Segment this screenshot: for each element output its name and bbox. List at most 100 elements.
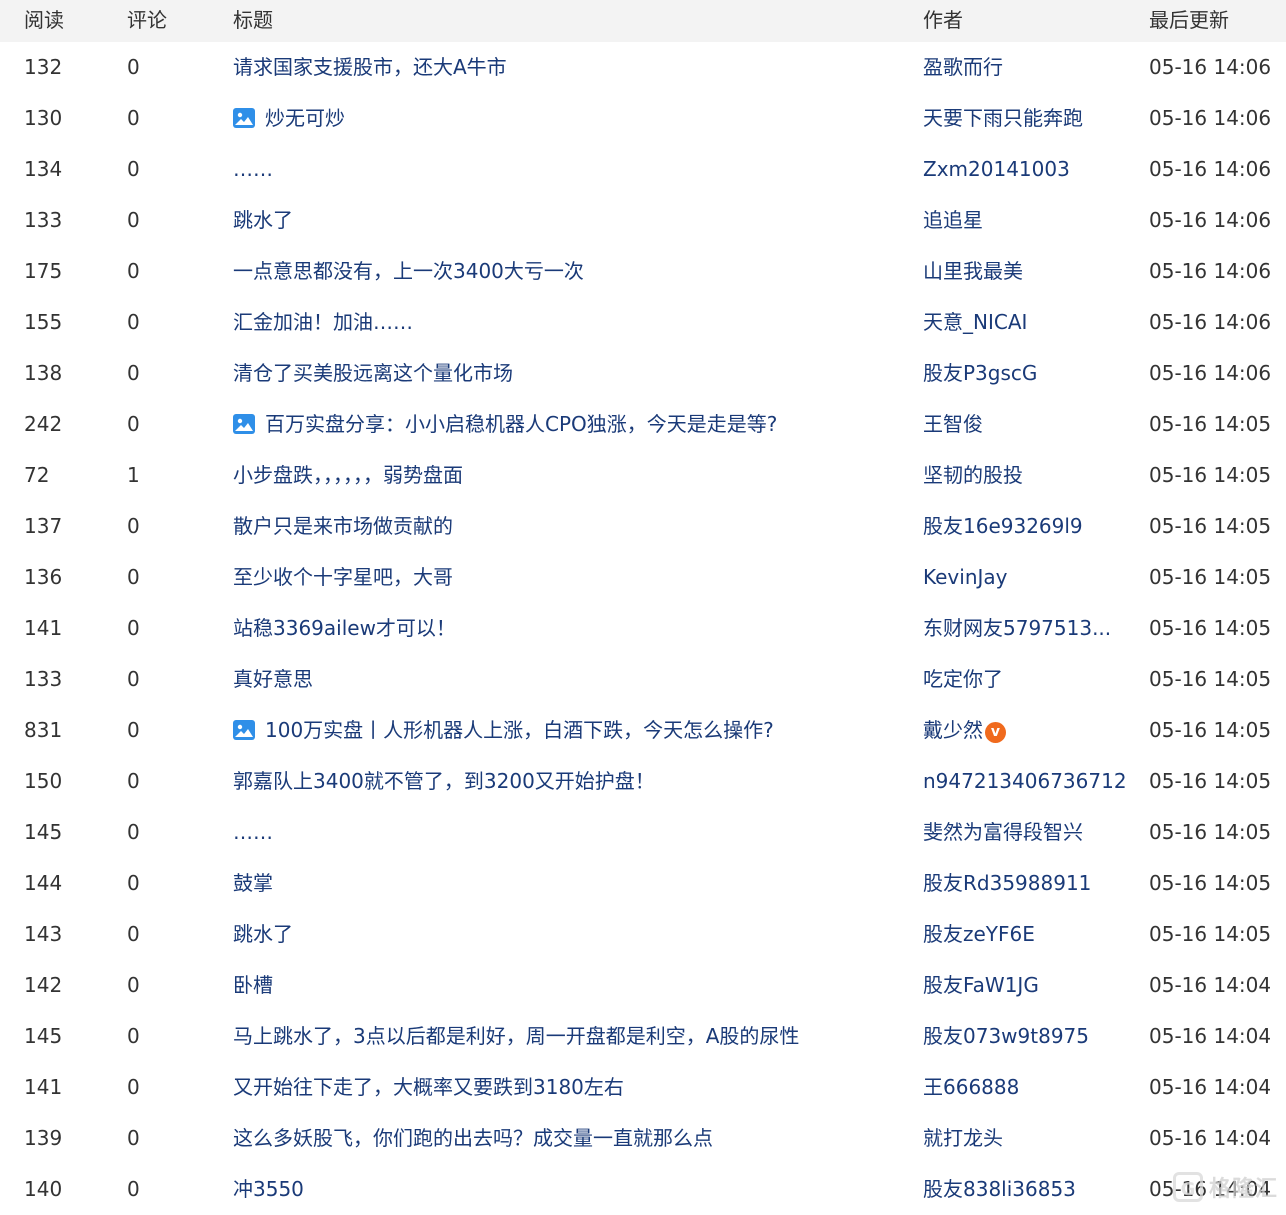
post-title-link-text[interactable]: 鼓掌 — [233, 871, 273, 895]
author-link[interactable]: 股友838li36853 — [923, 1164, 1138, 1215]
author-link[interactable]: 斐然为富得段智兴 — [923, 807, 1138, 858]
post-title-link[interactable]: 郭嘉队上3400就不管了，到3200又开始护盘！ — [233, 756, 903, 807]
read-count-text: 136 — [24, 565, 63, 589]
author-link-text[interactable]: 追追星 — [923, 208, 983, 232]
post-title-link[interactable]: 又开始往下走了，大概率又要跌到3180左右 — [233, 1062, 903, 1113]
post-title-link-text[interactable]: 真好意思 — [233, 667, 313, 691]
author-link-text[interactable]: Zxm20141003 — [923, 157, 1070, 181]
author-link[interactable]: 股友zeYF6E — [923, 909, 1138, 960]
post-title-link[interactable]: 鼓掌 — [233, 858, 903, 909]
post-title-link-text[interactable]: 卧槽 — [233, 973, 273, 997]
post-title-link[interactable]: 清仓了买美股远离这个量化市场 — [233, 348, 903, 399]
author-link-text[interactable]: 戴少然 — [923, 718, 983, 742]
post-title-link[interactable]: 请求国家支援股市，还大A牛市 — [233, 42, 903, 93]
author-link[interactable]: 追追星 — [923, 195, 1138, 246]
author-link-text[interactable]: 股友Rd35988911 — [923, 871, 1091, 895]
author-link[interactable]: 天要下雨只能奔跑 — [923, 93, 1138, 144]
author-link-text[interactable]: 股友FaW1JG — [923, 973, 1039, 997]
author-link-text[interactable]: 东财网友5797513... — [923, 616, 1111, 640]
post-title-link-text[interactable]: 这么多妖股飞，你们跑的出去吗？成交量一直就那么点 — [233, 1126, 713, 1150]
read-count: 132 — [24, 42, 114, 93]
author-link[interactable]: 王666888 — [923, 1062, 1138, 1113]
author-link[interactable]: 股友FaW1JG — [923, 960, 1138, 1011]
post-title-link-text[interactable]: 100万实盘丨人形机器人上涨，白酒下跌，今天怎么操作? — [265, 718, 774, 742]
post-title-link[interactable]: 这么多妖股飞，你们跑的出去吗？成交量一直就那么点 — [233, 1113, 903, 1164]
post-title-link-text[interactable]: 小步盘跌，，，，，，弱势盘面 — [233, 463, 463, 487]
author-link[interactable]: 股友073w9t8975 — [923, 1011, 1138, 1062]
author-link[interactable]: 坚韧的股投 — [923, 450, 1138, 501]
author-link-text[interactable]: 就打龙头 — [923, 1126, 1003, 1150]
author-link[interactable]: 戴少然 v — [923, 705, 1138, 756]
author-link-text[interactable]: n947213406736712 — [923, 769, 1127, 793]
post-title-link[interactable]: 100万实盘丨人形机器人上涨，白酒下跌，今天怎么操作? — [233, 705, 903, 756]
post-title-link-text[interactable]: 至少收个十字星吧，大哥 — [233, 565, 453, 589]
post-title-link[interactable]: 冲3550 — [233, 1164, 903, 1215]
comment-count-text: 0 — [127, 412, 140, 436]
post-title-link-text[interactable]: 冲3550 — [233, 1177, 304, 1201]
table-row: 150 0 郭嘉队上3400就不管了，到3200又开始护盘！ n94721340673… — [0, 756, 1286, 807]
author-link[interactable]: 吃定你了 — [923, 654, 1138, 705]
author-link-text[interactable]: 盈歌而行 — [923, 55, 1003, 79]
post-title-link-text[interactable]: 郭嘉队上3400就不管了，到3200又开始护盘！ — [233, 769, 655, 793]
author-link[interactable]: 王智俊 — [923, 399, 1138, 450]
last-updated: 05-16 14:04 — [1149, 1062, 1279, 1113]
author-link[interactable]: 东财网友5797513... — [923, 603, 1138, 654]
author-link[interactable]: 股友Rd35988911 — [923, 858, 1138, 909]
post-title-link-text[interactable]: 跳水了 — [233, 922, 293, 946]
author-link-text[interactable]: 股友073w9t8975 — [923, 1024, 1089, 1048]
post-title-link[interactable]: 真好意思 — [233, 654, 903, 705]
author-link[interactable]: 盈歌而行 — [923, 42, 1138, 93]
post-title-link-text[interactable]: …… — [233, 820, 273, 844]
author-link-text[interactable]: 天要下雨只能奔跑 — [923, 106, 1083, 130]
author-link-text[interactable]: 王智俊 — [923, 412, 983, 436]
post-title-link[interactable]: 炒无可炒 — [233, 93, 903, 144]
post-title-link[interactable]: …… — [233, 807, 903, 858]
author-link[interactable]: 天意_NICAI — [923, 297, 1138, 348]
post-title-link-text[interactable]: 一点意思都没有，上一次3400大亏一次 — [233, 259, 584, 283]
author-link[interactable]: 股友16e93269l9 — [923, 501, 1138, 552]
post-title-link-text[interactable]: 马上跳水了，3点以后都是利好，周一开盘都是利空，A股的尿性 — [233, 1024, 799, 1048]
author-link-text[interactable]: 吃定你了 — [923, 667, 1003, 691]
post-title-link-text[interactable]: 散户只是来市场做贡献的 — [233, 514, 453, 538]
post-title-link-text[interactable]: 跳水了 — [233, 208, 293, 232]
post-title-link-text[interactable]: 又开始往下走了，大概率又要跌到3180左右 — [233, 1075, 624, 1099]
last-updated-text: 05-16 14:04 — [1149, 1024, 1272, 1048]
author-link[interactable]: 山里我最美 — [923, 246, 1138, 297]
post-title-link-text[interactable]: 百万实盘分享：小小启稳机器人CPO独涨，今天是走是等? — [265, 412, 777, 436]
author-link-text[interactable]: 股友P3gscG — [923, 361, 1037, 385]
author-link-text[interactable]: 王666888 — [923, 1075, 1019, 1099]
author-link[interactable]: 股友P3gscG — [923, 348, 1138, 399]
post-title-link-text[interactable]: 炒无可炒 — [265, 106, 345, 130]
post-title-link-text[interactable]: …… — [233, 157, 273, 181]
author-link-text[interactable]: 股友zeYF6E — [923, 922, 1035, 946]
author-link[interactable]: Zxm20141003 — [923, 144, 1138, 195]
post-title-link[interactable]: 跳水了 — [233, 195, 903, 246]
post-title-link-text[interactable]: 汇金加油！加油…… — [233, 310, 413, 334]
post-title-link[interactable]: 跳水了 — [233, 909, 903, 960]
author-link-text[interactable]: 天意_NICAI — [923, 310, 1027, 334]
post-title-link[interactable]: 站稳3369ailew才可以！ — [233, 603, 903, 654]
post-title-link[interactable]: 至少收个十字星吧，大哥 — [233, 552, 903, 603]
post-title-link[interactable]: 汇金加油！加油…… — [233, 297, 903, 348]
post-title-link[interactable]: 马上跳水了，3点以后都是利好，周一开盘都是利空，A股的尿性 — [233, 1011, 903, 1062]
post-title-link[interactable]: 百万实盘分享：小小启稳机器人CPO独涨，今天是走是等? — [233, 399, 903, 450]
column-header-read: 阅读 — [24, 8, 64, 32]
author-link-text[interactable]: 山里我最美 — [923, 259, 1023, 283]
author-link[interactable]: KevinJay — [923, 552, 1138, 603]
post-title-link[interactable]: 散户只是来市场做贡献的 — [233, 501, 903, 552]
post-title-link[interactable]: …… — [233, 144, 903, 195]
author-link-text[interactable]: 股友16e93269l9 — [923, 514, 1083, 538]
author-link[interactable]: 就打龙头 — [923, 1113, 1138, 1164]
author-link[interactable]: n947213406736712 — [923, 756, 1138, 807]
post-title-link[interactable]: 卧槽 — [233, 960, 903, 1011]
post-title-link[interactable]: 小步盘跌，，，，，，弱势盘面 — [233, 450, 903, 501]
post-title-link-text[interactable]: 清仓了买美股远离这个量化市场 — [233, 361, 513, 385]
author-link-text[interactable]: 股友838li36853 — [923, 1177, 1076, 1201]
author-link-text[interactable]: 坚韧的股投 — [923, 463, 1023, 487]
post-title-link-text[interactable]: 站稳3369ailew才可以！ — [233, 616, 456, 640]
comment-count-text: 0 — [127, 361, 140, 385]
author-link-text[interactable]: 斐然为富得段智兴 — [923, 820, 1083, 844]
post-title-link[interactable]: 一点意思都没有，上一次3400大亏一次 — [233, 246, 903, 297]
post-title-link-text[interactable]: 请求国家支援股市，还大A牛市 — [233, 55, 507, 79]
author-link-text[interactable]: KevinJay — [923, 565, 1007, 589]
